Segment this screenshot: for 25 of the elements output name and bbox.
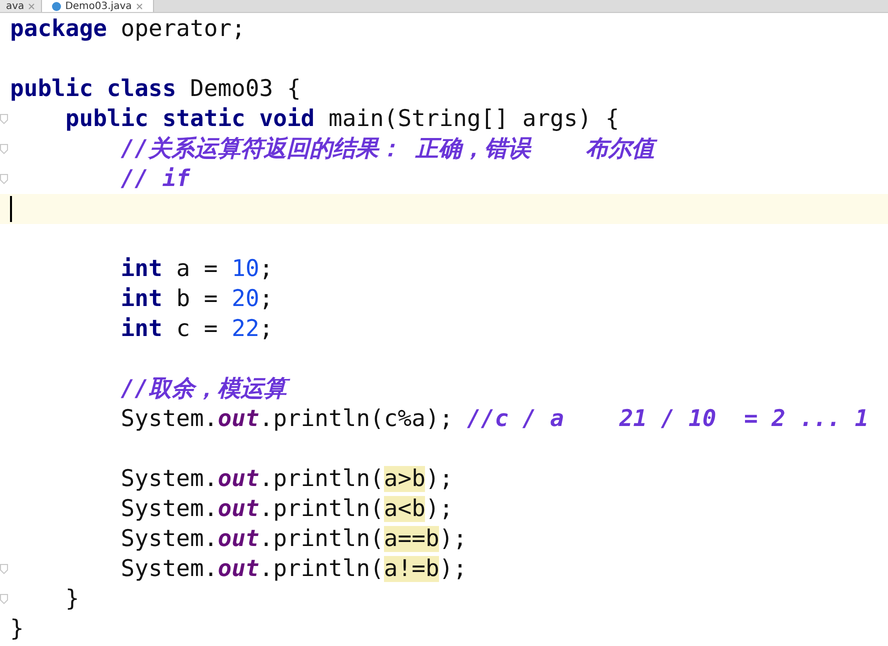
editor-tab[interactable]: ava — [0, 0, 42, 12]
code-line: public static void main(String[] args) { — [65, 105, 620, 134]
fold-marker-icon[interactable] — [0, 174, 8, 184]
code-line: System.out.println(a<b); — [120, 495, 454, 524]
code-line: int b = 20; — [120, 285, 274, 314]
fold-marker-icon[interactable] — [0, 144, 8, 154]
fold-marker-icon[interactable] — [0, 564, 8, 574]
code-line: int a = 10; — [120, 255, 274, 284]
close-icon[interactable] — [28, 2, 36, 10]
code-line: } — [65, 585, 80, 614]
editor-tab[interactable]: Demo03.java — [42, 0, 154, 12]
code-line: System.out.println(a>b); — [120, 465, 454, 494]
code-line: package operator; — [10, 15, 246, 44]
code-line: System.out.println(a==b); — [120, 525, 467, 554]
code-line: System.out.println(c%a); //c / a 21 / 10 = 2 ... 1 — [120, 405, 869, 434]
code-line: // if — [120, 165, 190, 194]
code-line: public class Demo03 { — [10, 75, 301, 104]
fold-marker-icon[interactable] — [0, 594, 8, 604]
code-line: //关系运算符返回的结果： 正确，错误 布尔值 — [120, 134, 655, 164]
text-cursor — [10, 196, 12, 222]
code-line: } — [10, 615, 24, 644]
code-line: System.out.println(a!=b); — [120, 555, 467, 584]
code-line: int c = 22; — [120, 315, 274, 344]
close-icon[interactable] — [136, 2, 143, 10]
fold-marker-icon[interactable] — [0, 114, 8, 124]
